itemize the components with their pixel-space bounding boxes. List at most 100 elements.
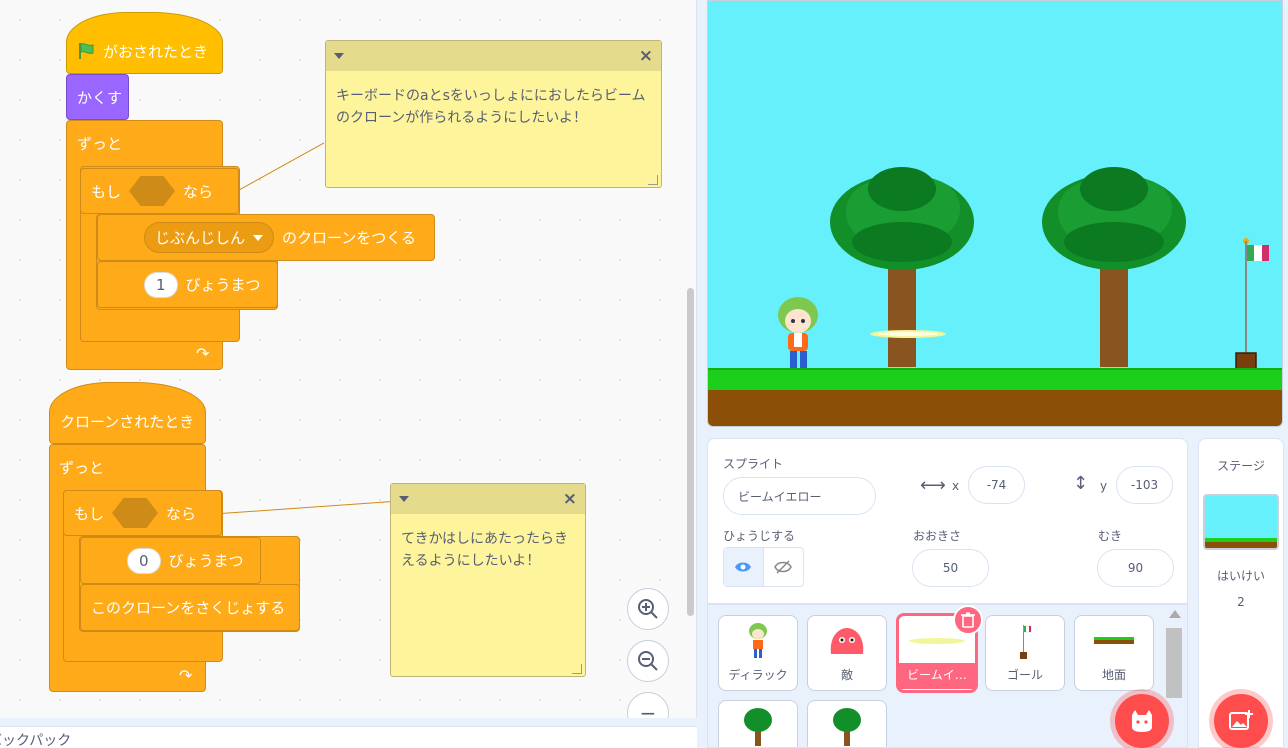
show-eye-icon[interactable]	[724, 548, 764, 586]
wait-label-2: びょうまつ	[168, 552, 244, 570]
zoom-in-icon	[638, 599, 658, 619]
loop-arrow-icon: ↷	[196, 344, 210, 363]
sprite-thumbnail	[808, 616, 886, 666]
then-label-2: なら	[166, 504, 197, 523]
x-arrow-icon: ⟷	[920, 475, 946, 496]
comment-note-1[interactable]: × キーボードのaとsをいっしょににおしたらビームのクローンが作られるようにした…	[325, 40, 662, 188]
backpack-label: バックパック	[0, 733, 72, 748]
sprite-info-panel: スプライト ビームイエロー ⟷ x -74 ↕ y -103 ひょうじする おお…	[707, 438, 1188, 604]
if-block-2[interactable]: もし なら	[63, 490, 222, 536]
resize-handle-icon[interactable]	[648, 175, 658, 185]
scroll-thumb[interactable]	[1166, 628, 1182, 698]
comment-header-2[interactable]: ×	[391, 484, 585, 514]
stage-canvas[interactable]	[707, 0, 1283, 427]
when-flag-clicked-block[interactable]: がおされたとき	[66, 12, 223, 74]
sprite-tile-name: ゴール	[1006, 668, 1043, 682]
hide-block[interactable]: かくす	[66, 74, 129, 120]
sprite-tile-name: 地面	[1101, 668, 1126, 682]
direction-label: むき	[1098, 529, 1123, 543]
size-input[interactable]: 50	[912, 549, 989, 587]
ground-dirt	[708, 390, 1282, 426]
backdrops-count: 2	[1237, 595, 1245, 609]
forever-label-row: ずっと	[67, 128, 122, 158]
scroll-up-icon[interactable]	[1169, 610, 1181, 618]
stage-title: ステージ	[1217, 459, 1265, 473]
close-icon-2[interactable]: ×	[563, 489, 577, 509]
clone-target-dropdown[interactable]: じぶんじしん	[144, 222, 275, 253]
sprite-tile[interactable]	[807, 700, 887, 747]
show-label: ひょうじする	[723, 529, 796, 543]
thumb-dirt	[1205, 542, 1277, 548]
empty-condition-slot-2[interactable]	[112, 498, 159, 528]
delete-sprite-button[interactable]	[953, 605, 983, 635]
beam-sprite	[870, 330, 946, 338]
when-i-start-as-clone-block[interactable]: クローンされたとき	[49, 382, 206, 444]
empty-condition-slot[interactable]	[129, 176, 176, 206]
comment-text-2[interactable]: てきかはしにあたったらきえるようにしたいよ！	[391, 514, 585, 586]
sprite-name-input[interactable]: ビームイエロー	[723, 477, 876, 515]
zoom-out-button[interactable]	[627, 640, 669, 682]
visibility-toggle[interactable]	[723, 547, 804, 587]
wait-label: びょうまつ	[185, 276, 261, 294]
cat-add-icon	[1132, 710, 1152, 732]
collapse-icon-2[interactable]	[399, 496, 409, 502]
workspace-scrollbar[interactable]	[687, 288, 694, 616]
collapse-icon[interactable]	[334, 53, 344, 59]
sprite-thumbnail	[719, 701, 797, 747]
wait-block[interactable]: 1 びょうまつ	[97, 261, 278, 308]
y-arrow-icon: ↕	[1073, 473, 1089, 494]
add-backdrop-button[interactable]	[1214, 694, 1268, 748]
y-input[interactable]: -103	[1116, 466, 1173, 504]
hide-label: かくす	[77, 88, 123, 107]
code-workspace[interactable]: がおされたとき かくす ずっと もし なら じぶんじしん のクローンをつくる 1…	[0, 0, 697, 718]
if-block[interactable]: もし なら	[80, 168, 239, 214]
chevron-down-icon	[253, 234, 264, 241]
character-sprite	[778, 297, 818, 369]
comment-note-2[interactable]: × てきかはしにあたったらきえるようにしたいよ！	[390, 483, 586, 677]
image-add-icon	[1229, 710, 1253, 730]
sprite-tile[interactable]: ディラック	[718, 615, 798, 691]
resize-handle-icon-2[interactable]	[572, 664, 582, 674]
sprite-tile[interactable]: 敵	[807, 615, 887, 691]
sprite-tile-name: ビームイ…	[899, 663, 975, 689]
comment-text[interactable]: キーボードのaとsをいっしょににおしたらビームのクローンが作られるようにしたいよ…	[326, 71, 661, 143]
add-sprite-button[interactable]	[1115, 694, 1169, 748]
zoom-out-icon	[638, 651, 658, 671]
create-clone-label: のクローンをつくる	[282, 229, 416, 247]
create-clone-block[interactable]: じぶんじしん のクローンをつくる	[97, 214, 435, 261]
zoom-reset-button[interactable]: −	[627, 692, 669, 718]
hide-eye-icon[interactable]	[764, 548, 804, 586]
sprite-thumbnail	[986, 616, 1064, 666]
goal-flag-sprite	[1235, 238, 1269, 374]
zoom-in-button[interactable]	[627, 588, 669, 630]
comment-header[interactable]: ×	[326, 41, 661, 71]
green-flag-icon	[77, 42, 95, 60]
x-label: x	[952, 479, 960, 493]
delete-clone-block[interactable]: このクローンをさくじょする	[80, 584, 300, 631]
trash-icon	[961, 612, 975, 628]
wait-seconds-input-2[interactable]: 0	[127, 547, 161, 574]
x-input[interactable]: -74	[968, 466, 1025, 504]
stage-thumbnail[interactable]	[1203, 494, 1279, 550]
sprite-tile[interactable]: ゴール	[985, 615, 1065, 691]
loop-arrow-icon-2: ↷	[179, 666, 193, 685]
sprite-label: スプライト	[723, 457, 784, 471]
clone-target-value: じぶんじしん	[155, 229, 246, 247]
sprite-tile[interactable]	[718, 700, 798, 747]
if-label: もし	[91, 182, 122, 201]
clone-hat-label: クローンされたとき	[60, 412, 195, 431]
backpack-bar[interactable]: バックパック	[0, 726, 697, 748]
close-icon[interactable]: ×	[639, 46, 653, 66]
forever-label: ずっと	[77, 134, 123, 153]
sprite-thumbnail	[1075, 616, 1153, 666]
ground-grass	[708, 368, 1282, 390]
hat-label: がおされたとき	[103, 42, 209, 61]
wait-block-2[interactable]: 0 びょうまつ	[80, 537, 261, 584]
sprite-tile[interactable]: 地面	[1074, 615, 1154, 691]
wait-seconds-input[interactable]: 1	[144, 271, 178, 298]
tree-right	[1042, 167, 1186, 367]
size-label: おおきさ	[913, 529, 962, 543]
direction-input[interactable]: 90	[1097, 549, 1174, 587]
sprite-tile-name: 敵	[840, 668, 853, 682]
y-label: y	[1100, 479, 1108, 493]
